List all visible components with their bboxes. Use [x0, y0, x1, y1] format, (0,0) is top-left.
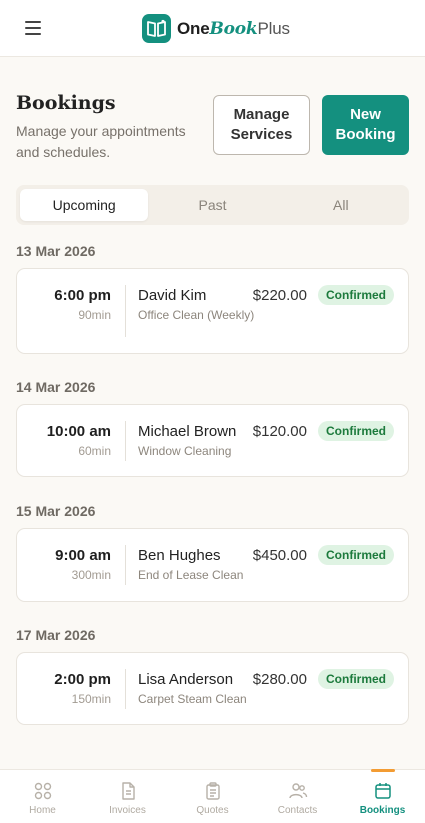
date-group-header: 17 Mar 2026 — [16, 627, 96, 643]
manage-services-button[interactable]: Manage Services — [213, 95, 310, 155]
booking-price: $280.00 — [252, 671, 307, 688]
booking-duration: 90min — [78, 308, 111, 322]
tab-past[interactable]: Past — [148, 189, 276, 221]
card-divider — [125, 669, 126, 709]
app-logo[interactable]: OneBookPlus — [142, 14, 290, 43]
booking-duration: 150min — [71, 692, 111, 706]
service-name: Office Clean (Weekly) — [138, 308, 255, 322]
nav-label: Contacts — [277, 805, 318, 816]
client-name: Ben Hughes — [138, 547, 221, 564]
booking-card[interactable]: 2:00 pm 150min Lisa Anderson Carpet Stea… — [16, 652, 409, 725]
date-group-header: 13 Mar 2026 — [16, 243, 96, 259]
booking-time: 9:00 am — [55, 547, 111, 564]
invoice-document-icon — [121, 782, 135, 800]
bottom-navigation: Home Invoices Quotes Contacts Bookings — [0, 769, 425, 823]
nav-label: Bookings — [359, 805, 406, 816]
nav-label: Quotes — [196, 805, 229, 816]
booking-duration: 60min — [78, 444, 111, 458]
book-logo-icon — [142, 14, 171, 43]
service-name: End of Lease Clean — [138, 568, 244, 582]
booking-time: 6:00 pm — [54, 287, 111, 304]
booking-card[interactable]: 6:00 pm 90min David Kim Office Clean (We… — [16, 268, 409, 354]
booking-time-block: 2:00 pm 150min — [54, 671, 111, 706]
app-name: OneBookPlus — [177, 18, 290, 39]
booking-info: Ben Hughes End of Lease Clean — [138, 547, 258, 583]
date-group-header: 14 Mar 2026 — [16, 379, 96, 395]
hamburger-menu-icon[interactable] — [25, 21, 41, 35]
page-title: Bookings — [16, 92, 116, 114]
booking-card[interactable]: 9:00 am 300min Ben Hughes End of Lease C… — [16, 528, 409, 602]
nav-quotes[interactable]: Quotes — [170, 770, 255, 823]
nav-bookings[interactable]: Bookings — [340, 769, 425, 823]
booking-filter-tabs: Upcoming Past All — [16, 185, 409, 225]
nav-home[interactable]: Home — [0, 770, 85, 823]
client-name: Michael Brown — [138, 423, 237, 440]
card-divider — [125, 545, 126, 585]
booking-price: $120.00 — [252, 423, 307, 440]
nav-label: Invoices — [109, 805, 146, 816]
booking-time-block: 6:00 pm 90min — [54, 287, 111, 322]
contacts-people-icon — [288, 783, 307, 799]
active-tab-indicator — [370, 769, 395, 772]
nav-label: Home — [29, 805, 56, 816]
booking-card[interactable]: 10:00 am 60min Michael Brown Window Clea… — [16, 404, 409, 477]
service-name: Carpet Steam Clean — [138, 692, 247, 706]
date-group-header: 15 Mar 2026 — [16, 503, 96, 519]
nav-invoices[interactable]: Invoices — [85, 770, 170, 823]
booking-time-block: 9:00 am 300min — [55, 547, 111, 582]
card-divider — [125, 285, 126, 337]
booking-price: $450.00 — [252, 547, 307, 564]
booking-time: 2:00 pm — [54, 671, 111, 688]
booking-time: 10:00 am — [46, 423, 111, 440]
client-name: Lisa Anderson — [138, 671, 234, 688]
status-badge: Confirmed — [318, 421, 394, 441]
tab-upcoming[interactable]: Upcoming — [20, 189, 149, 221]
booking-price: $220.00 — [252, 287, 307, 304]
booking-info: Michael Brown Window Cleaning — [138, 423, 258, 459]
nav-contacts[interactable]: Contacts — [255, 770, 340, 823]
client-name: David Kim — [138, 287, 207, 304]
home-grid-icon — [34, 782, 51, 800]
status-badge: Confirmed — [318, 669, 394, 689]
status-badge: Confirmed — [318, 285, 394, 305]
booking-info: Lisa Anderson Carpet Steam Clean — [138, 671, 258, 707]
booking-time-block: 10:00 am 60min — [47, 423, 111, 458]
status-badge: Confirmed — [318, 545, 394, 565]
card-divider — [125, 421, 126, 461]
top-bar: OneBookPlus — [0, 0, 425, 57]
booking-duration: 300min — [71, 568, 111, 582]
calendar-icon — [374, 783, 391, 799]
quotes-clipboard-icon — [205, 782, 220, 800]
new-booking-button[interactable]: New Booking — [322, 95, 409, 155]
booking-info: David Kim Office Clean (Weekly) — [138, 287, 258, 323]
tab-all[interactable]: All — [277, 189, 405, 221]
service-name: Window Cleaning — [138, 444, 232, 458]
page-subtitle: Manage your appointments and schedules. — [16, 123, 186, 160]
